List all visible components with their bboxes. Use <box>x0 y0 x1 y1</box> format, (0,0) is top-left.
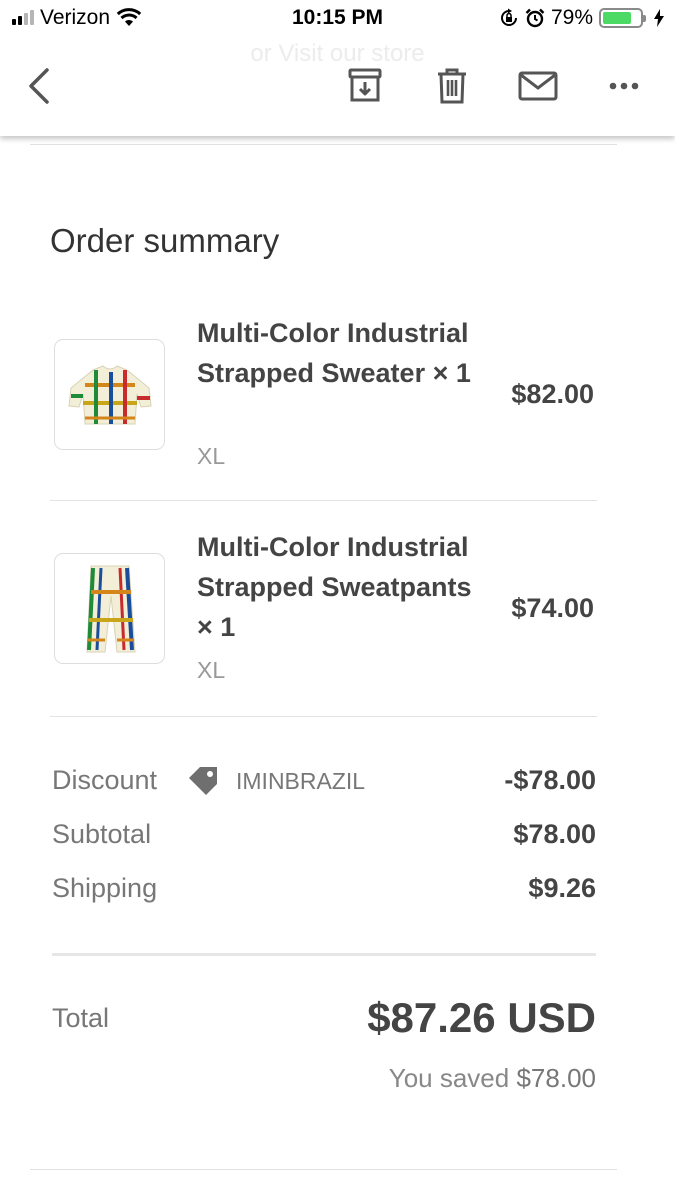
subtotal-value: $78.00 <box>513 819 596 849</box>
divider <box>50 500 597 501</box>
delete-button[interactable] <box>430 64 474 108</box>
back-arrow-icon <box>29 68 49 104</box>
divider <box>52 953 596 956</box>
product-title: Multi-Color Industrial Strapped Sweater … <box>197 318 471 388</box>
trash-icon <box>438 68 466 104</box>
line-item-sweatpants: Multi-Color Industrial Strapped Sweatpan… <box>50 532 597 683</box>
email-toolbar: or Visit our store <box>0 38 675 136</box>
discount-value: -$78.00 <box>504 765 596 795</box>
archive-button[interactable] <box>343 64 387 108</box>
line-item-sweater: Multi-Color Industrial Strapped Sweater … <box>50 318 597 469</box>
shipping-label: Shipping <box>52 873 158 903</box>
faded-header-text: or Visit our store <box>250 40 425 67</box>
back-button[interactable] <box>17 64 61 108</box>
total-label: Total <box>52 1003 110 1033</box>
product-title: Multi-Color Industrial Strapped Sweatpan… <box>197 532 472 642</box>
status-bar: Verizon 10:15 PM 79% <box>0 0 675 38</box>
alarm-icon <box>525 8 545 28</box>
subtotal-row: Subtotal $78.00 <box>52 819 596 855</box>
product-price: $74.00 <box>511 593 594 623</box>
charging-bolt-icon <box>653 9 665 27</box>
discount-row: Discount IMINBRAZIL -$78.00 <box>52 765 596 801</box>
product-price: $82.00 <box>511 379 594 409</box>
subtotal-label: Subtotal <box>52 819 152 849</box>
battery-level <box>603 12 632 24</box>
product-variant: XL <box>197 443 226 469</box>
discount-code: IMINBRAZIL <box>186 765 365 797</box>
product-image-sweater <box>54 339 165 450</box>
savings-value: $78.00 <box>516 1063 596 1093</box>
total-value: $87.26 USD <box>367 994 596 1041</box>
discount-code-text: IMINBRAZIL <box>236 767 366 794</box>
shipping-row: Shipping $9.26 <box>52 873 596 909</box>
battery-percent: 79% <box>550 6 593 29</box>
divider <box>30 1169 617 1170</box>
archive-icon <box>348 68 382 102</box>
mail-icon <box>518 71 558 101</box>
mark-unread-button[interactable] <box>516 64 560 108</box>
section-title: Order summary <box>50 222 280 259</box>
savings-note: You saved $78.00 <box>389 1063 596 1094</box>
tag-icon <box>189 767 217 795</box>
shipping-value: $9.26 <box>528 873 596 903</box>
more-options-button[interactable] <box>602 64 646 108</box>
divider <box>50 716 597 717</box>
status-bar-right: 79% <box>499 6 665 30</box>
product-variant: XL <box>197 657 226 683</box>
rotation-lock-icon <box>499 8 519 28</box>
savings-label: You saved <box>388 1063 510 1093</box>
battery-icon <box>599 8 646 28</box>
more-icon <box>609 82 639 90</box>
product-image-sweatpants <box>54 553 165 664</box>
divider <box>30 144 617 145</box>
discount-label: Discount <box>52 765 158 795</box>
